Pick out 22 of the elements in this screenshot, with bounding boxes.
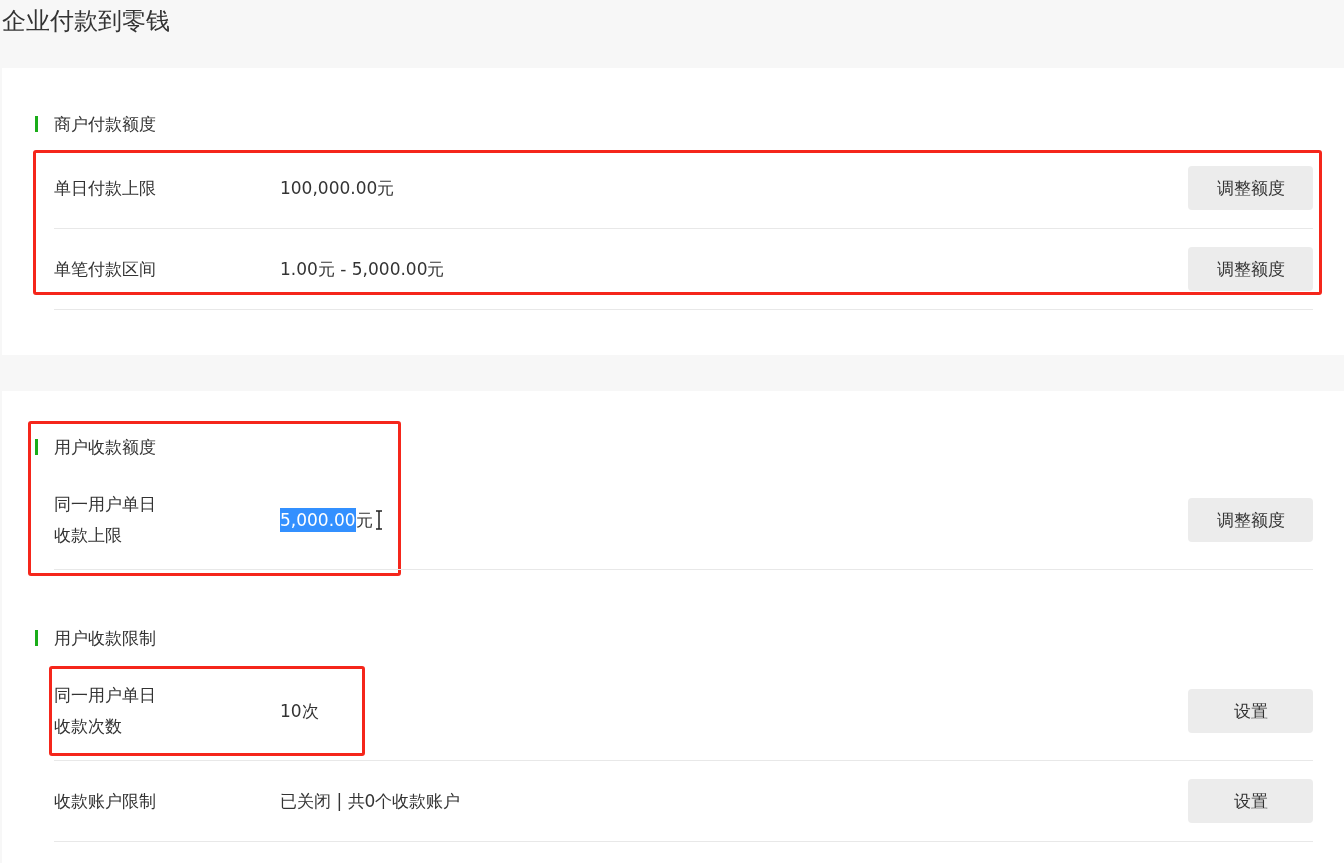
row-label: 同一用户单日收款上限 [54,493,157,547]
row-label: 单日付款上限 [54,176,157,200]
page-title: 企业付款到零钱 [1,6,171,37]
row-label: 收款账户限制 [54,789,157,813]
row-label: 同一用户单日收款次数 [54,684,157,738]
accent-bar [35,116,38,132]
section-heading: 用户收款额度 [54,436,156,459]
adjust-button[interactable]: 调整额度 [1188,498,1313,542]
adjust-button[interactable]: 设置 [1188,779,1313,823]
accent-bar [35,439,38,455]
row-value: 5,000.00元 [280,508,1188,532]
row-value: 100,000.00元 [280,177,396,200]
section-heading: 商户付款额度 [54,113,156,136]
adjust-button[interactable]: 调整额度 [1188,166,1313,210]
row-value: 10次 [280,700,320,723]
adjust-button[interactable]: 设置 [1188,689,1313,733]
row-label: 单笔付款区间 [54,257,157,281]
adjust-button[interactable]: 调整额度 [1188,247,1313,291]
row-value: 1.00元 - 5,000.00元 [280,258,446,281]
row-value: 已关闭 | 共0个收款账户 [280,790,462,813]
section-heading: 用户收款限制 [54,627,156,650]
accent-bar [35,630,38,646]
